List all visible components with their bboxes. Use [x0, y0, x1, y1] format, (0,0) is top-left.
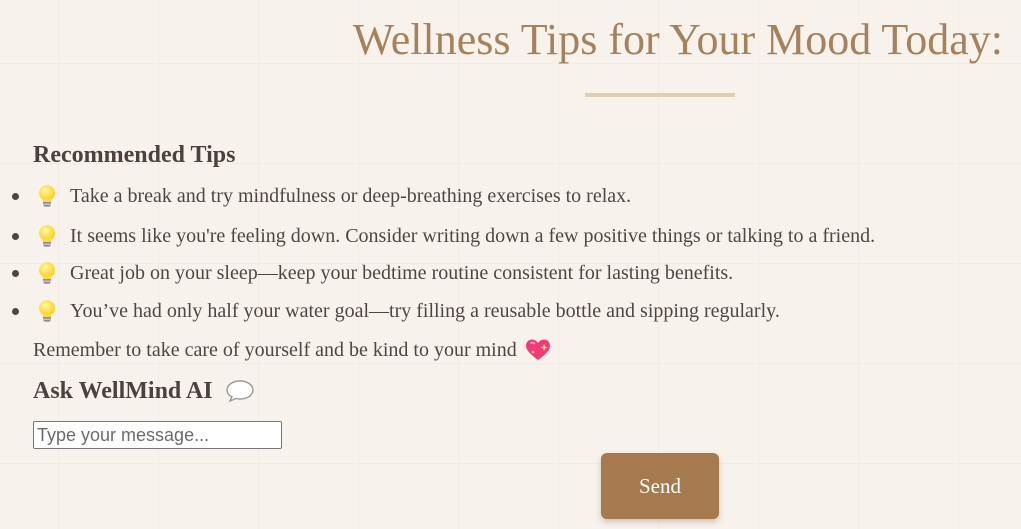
- ask-wellmind-heading: Ask WellMind AI: [33, 376, 255, 406]
- sparkling-heart-icon: [525, 339, 550, 360]
- message-input[interactable]: [33, 421, 282, 449]
- bullet: [12, 307, 19, 315]
- bullet: [12, 232, 19, 240]
- speech-bubble-icon: [225, 380, 254, 403]
- bullet: [12, 192, 19, 200]
- tip-text: Great job on your sleep—keep your bedtim…: [70, 262, 734, 284]
- tip-item: You’ve had only half your water goal—try…: [12, 298, 780, 324]
- tip-text: Take a break and try mindfulness or deep…: [70, 185, 632, 207]
- reminder-text: Remember to take care of yourself and be…: [33, 339, 517, 361]
- lightbulb-icon: [36, 183, 58, 209]
- ask-heading-text: Ask WellMind AI: [33, 378, 213, 404]
- tip-item: Take a break and try mindfulness or deep…: [12, 183, 631, 209]
- tip-item: Great job on your sleep—keep your bedtim…: [12, 260, 733, 286]
- tip-text: You’ve had only half your water goal—try…: [70, 300, 780, 322]
- lightbulb-icon: [36, 223, 58, 249]
- reminder-text-line: Remember to take care of yourself and be…: [33, 337, 551, 363]
- tip-text: It seems like you're feeling down. Consi…: [70, 225, 876, 247]
- lightbulb-icon: [36, 260, 58, 286]
- bullet: [12, 269, 19, 277]
- tip-item: It seems like you're feeling down. Consi…: [12, 223, 875, 249]
- recommended-tips-heading: Recommended Tips: [33, 142, 236, 168]
- lightbulb-icon: [36, 298, 58, 324]
- page-title: Wellness Tips for Your Mood Today:: [352, 15, 1003, 64]
- title-divider: [585, 93, 735, 97]
- send-button[interactable]: Send: [601, 453, 719, 519]
